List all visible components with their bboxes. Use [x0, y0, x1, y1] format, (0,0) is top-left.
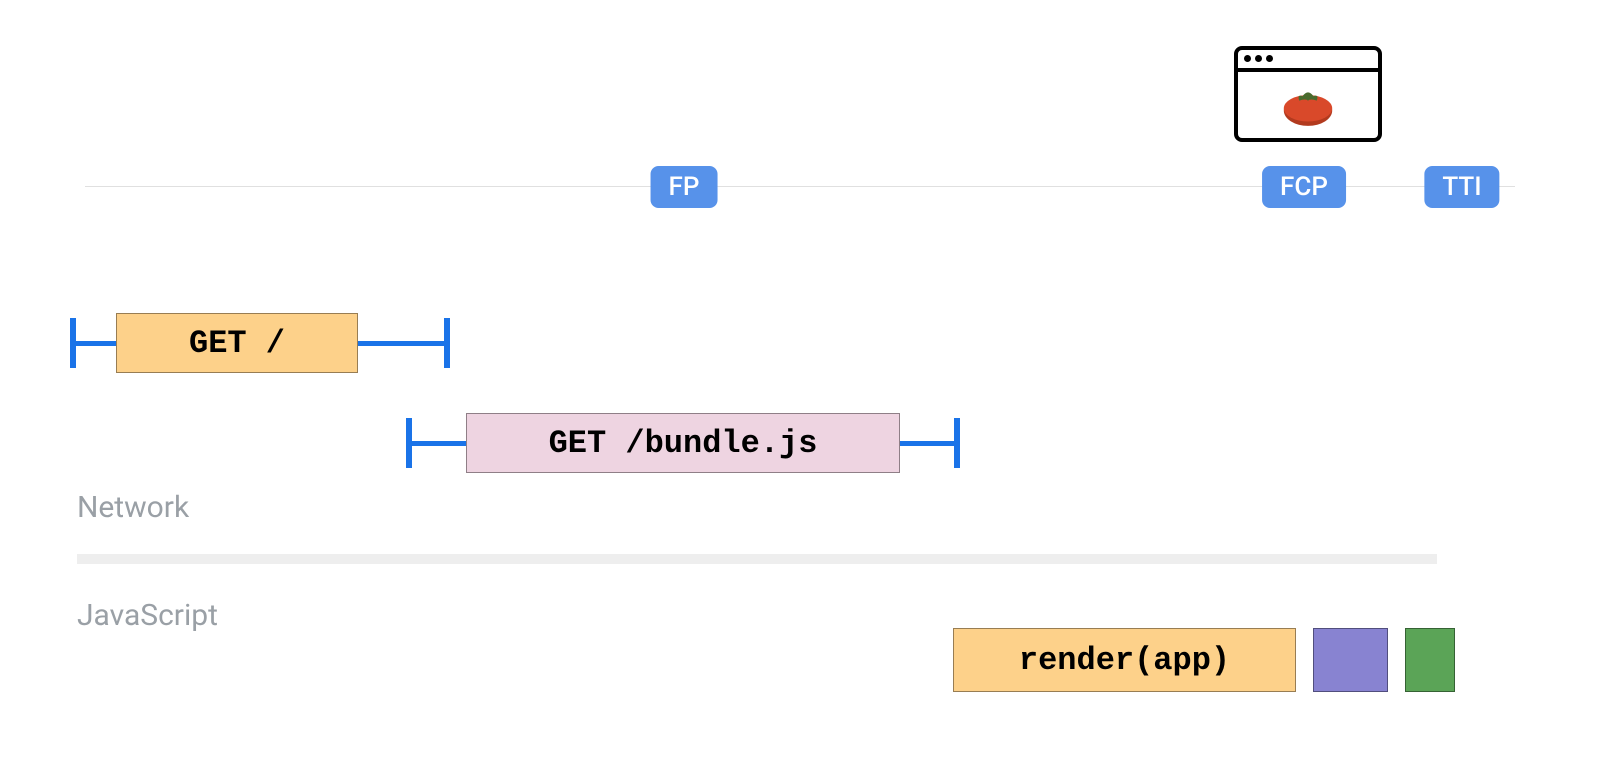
tomato-icon — [1238, 72, 1378, 138]
browser-content — [1238, 72, 1378, 138]
js-task-green-task — [1405, 628, 1455, 692]
window-dots-icon — [1244, 55, 1273, 62]
timeline-marker-tti: TTI — [1424, 166, 1499, 208]
network-request-get-root: GET / — [116, 313, 358, 373]
section-divider — [77, 554, 1437, 564]
network-section-label: Network — [77, 490, 189, 525]
network-request-get-bundle: GET /bundle.js — [466, 413, 900, 473]
js-task-purple-task — [1313, 628, 1388, 692]
request-whisker-cap-get-root-start — [70, 318, 76, 368]
timeline-marker-fp: FP — [651, 166, 718, 208]
request-whisker-cap-get-bundle-start — [406, 418, 412, 468]
js-task-render-app: render(app) — [953, 628, 1296, 692]
browser-preview — [1234, 46, 1382, 142]
request-whisker-cap-get-root-end — [444, 318, 450, 368]
timeline-marker-fcp: FCP — [1262, 166, 1346, 208]
request-whisker-cap-get-bundle-end — [954, 418, 960, 468]
javascript-section-label: JavaScript — [77, 598, 218, 633]
browser-titlebar — [1238, 50, 1378, 72]
